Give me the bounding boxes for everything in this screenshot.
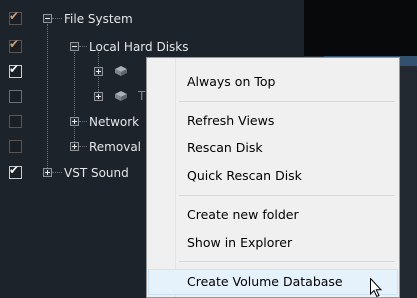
expander-plus-icon[interactable]	[94, 92, 103, 101]
tree-connector-line	[79, 146, 87, 147]
tree-item-network[interactable]: Network	[89, 115, 139, 129]
menu-item-refresh-views[interactable]: Refresh Views	[149, 109, 397, 133]
menu-separator	[179, 261, 395, 262]
tree-connector-line	[52, 18, 62, 19]
menu-item-label: Rescan Disk	[187, 140, 263, 155]
tree-item-removable[interactable]: Removal	[89, 140, 141, 154]
tree-item-vst-sound[interactable]: VST Sound	[64, 166, 129, 180]
menu-separator	[179, 195, 395, 196]
checkmark-icon: ✔	[9, 62, 20, 76]
checkbox-disk-2[interactable]	[9, 90, 22, 103]
tree-connector-line	[47, 24, 48, 172]
menu-item-quick-rescan-disk[interactable]: Quick Rescan Disk	[149, 164, 397, 188]
tree-connector-line	[79, 46, 87, 47]
menu-item-label: Create new folder	[187, 207, 299, 222]
expander-plus-icon[interactable]	[94, 67, 103, 76]
checkbox-local-hard-disks[interactable]: ✔	[9, 37, 22, 53]
disk-icon	[115, 91, 127, 101]
checkmark-icon: ✔	[9, 163, 20, 177]
tree-connector-line	[79, 121, 87, 122]
disk-icon	[115, 66, 127, 76]
checkmark-icon: ✔	[9, 9, 20, 23]
menu-item-always-on-top[interactable]: Always on Top	[149, 70, 397, 94]
checkbox-vst-sound[interactable]: ✔	[9, 163, 22, 179]
checkbox-disk-1[interactable]: ✔	[9, 62, 22, 78]
checkbox-removable[interactable]	[9, 140, 22, 153]
menu-item-label: Always on Top	[187, 74, 276, 89]
menu-item-create-new-folder[interactable]: Create new folder	[149, 203, 397, 227]
menu-item-label: Quick Rescan Disk	[187, 168, 302, 183]
menu-item-label: Show in Explorer	[187, 235, 293, 250]
expander-minus-icon[interactable]	[43, 14, 52, 23]
expander-plus-icon[interactable]	[70, 117, 79, 126]
menu-separator	[179, 101, 395, 102]
tree-item-disk-2-label-fragment: T	[138, 89, 146, 103]
menu-item-show-in-explorer[interactable]: Show in Explorer	[149, 231, 397, 255]
expander-minus-icon[interactable]	[70, 42, 79, 51]
tree-connector-line	[74, 52, 75, 148]
context-menu: Always on Top Refresh Views Rescan Disk …	[146, 57, 400, 298]
content-header	[304, 0, 417, 56]
expander-plus-icon[interactable]	[43, 168, 52, 177]
menu-item-create-volume-database[interactable]: Create Volume Database	[148, 269, 398, 295]
menu-item-rescan-disk[interactable]: Rescan Disk	[149, 136, 397, 160]
expander-plus-icon[interactable]	[70, 142, 79, 151]
menu-item-label: Refresh Views	[187, 113, 275, 128]
checkbox-file-system[interactable]: ✔	[9, 9, 22, 25]
menu-item-label: Create Volume Database	[187, 274, 343, 289]
checkbox-network[interactable]	[9, 115, 22, 128]
tree-item-local-hard-disks[interactable]: Local Hard Disks	[89, 40, 188, 54]
tree-item-file-system[interactable]: File System	[64, 12, 133, 26]
mouse-pointer-icon	[370, 278, 382, 298]
checkmark-icon: ✔	[9, 37, 20, 51]
tree-connector-line	[52, 172, 62, 173]
